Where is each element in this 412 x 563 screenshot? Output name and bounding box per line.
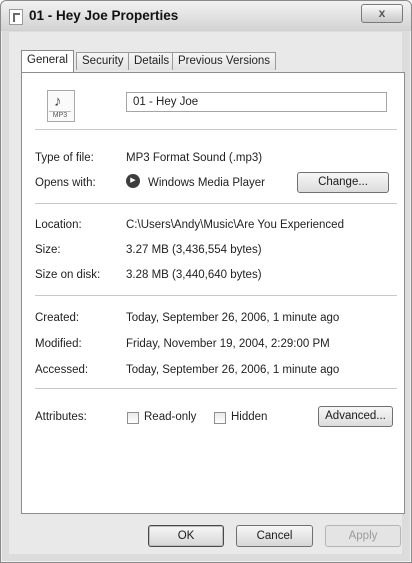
read-only-checkbox[interactable] bbox=[127, 412, 139, 424]
size-on-disk-value: 3.28 MB (3,440,640 bytes) bbox=[126, 269, 262, 281]
modified-value: Friday, November 19, 2004, 2:29:00 PM bbox=[126, 338, 330, 350]
location-label: Location: bbox=[35, 219, 82, 231]
divider bbox=[35, 203, 397, 204]
audio-file-icon bbox=[9, 9, 23, 25]
accessed-label: Accessed: bbox=[35, 364, 89, 376]
tab-security[interactable]: Security bbox=[76, 52, 130, 70]
size-on-disk-label: Size on disk: bbox=[35, 269, 101, 281]
divider bbox=[35, 129, 397, 130]
general-tab-panel: ♪ MP3 Type of file: MP3 Format Sound (.m… bbox=[21, 72, 405, 514]
created-label: Created: bbox=[35, 312, 80, 324]
hidden-checkbox[interactable] bbox=[214, 412, 226, 424]
mp3-icon-tag: MP3 bbox=[49, 111, 71, 120]
modified-label: Modified: bbox=[35, 338, 82, 350]
size-value: 3.27 MB (3,436,554 bytes) bbox=[126, 244, 262, 256]
size-label: Size: bbox=[35, 244, 61, 256]
close-button[interactable]: x bbox=[361, 4, 403, 23]
created-value: Today, September 26, 2006, 1 minute ago bbox=[126, 312, 340, 324]
tab-details[interactable]: Details bbox=[128, 52, 176, 70]
properties-dialog: 01 - Hey Joe Properties x General Securi… bbox=[0, 0, 412, 563]
change-button[interactable]: Change... bbox=[297, 172, 389, 193]
cancel-button[interactable]: Cancel bbox=[236, 525, 313, 547]
windows-media-player-icon: ▶ bbox=[126, 174, 140, 188]
divider bbox=[35, 295, 397, 296]
ok-button[interactable]: OK bbox=[148, 525, 224, 547]
window-title: 01 - Hey Joe Properties bbox=[29, 8, 179, 23]
type-of-file-value: MP3 Format Sound (.mp3) bbox=[126, 152, 263, 164]
accessed-value: Today, September 26, 2006, 1 minute ago bbox=[126, 364, 340, 376]
hidden-label[interactable]: Hidden bbox=[231, 411, 267, 423]
divider bbox=[35, 388, 397, 389]
opens-with-label: Opens with: bbox=[35, 177, 96, 189]
file-name-input[interactable] bbox=[126, 92, 387, 112]
apply-button[interactable]: Apply bbox=[325, 525, 401, 547]
type-of-file-label: Type of file: bbox=[35, 152, 94, 164]
tab-previous-versions[interactable]: Previous Versions bbox=[172, 52, 277, 70]
tab-general[interactable]: General bbox=[21, 50, 74, 72]
attributes-label: Attributes: bbox=[35, 411, 87, 423]
mp3-file-icon: ♪ MP3 bbox=[47, 90, 75, 122]
dialog-client-area: General Security Details Previous Versio… bbox=[9, 32, 405, 554]
title-bar[interactable]: 01 - Hey Joe Properties x bbox=[1, 1, 411, 31]
opens-with-value: Windows Media Player bbox=[148, 177, 265, 189]
read-only-label[interactable]: Read-only bbox=[144, 411, 196, 423]
location-value: C:\Users\Andy\Music\Are You Experienced bbox=[126, 219, 344, 231]
advanced-button[interactable]: Advanced... bbox=[318, 406, 393, 427]
